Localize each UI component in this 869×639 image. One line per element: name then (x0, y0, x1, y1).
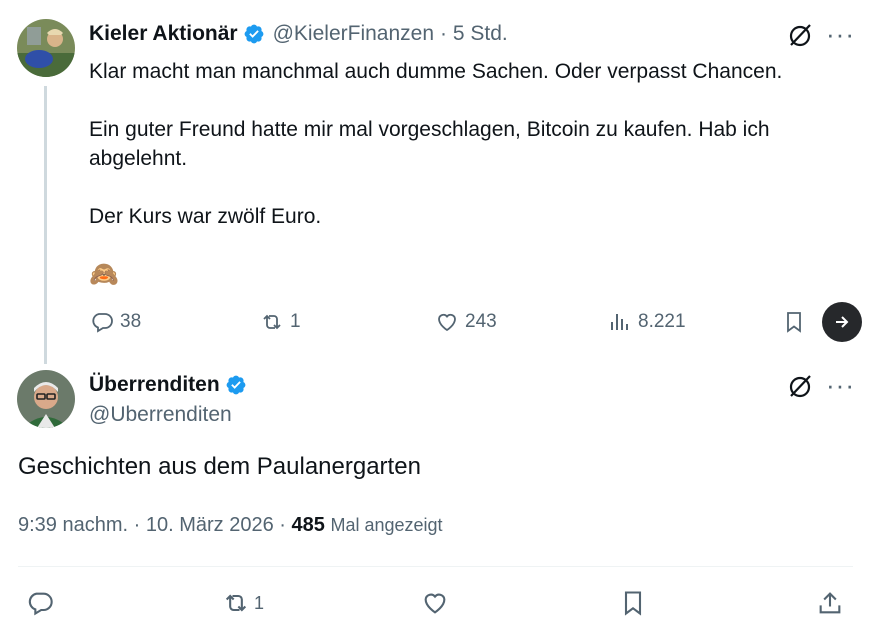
avatar-uberrenditen[interactable] (17, 370, 75, 428)
verified-badge-icon (243, 23, 265, 45)
tweet2-text: Geschichten aus dem Paulanergarten (18, 453, 421, 480)
views-label: Mal angezeigt (330, 515, 443, 535)
avatar-kieler-aktionaer[interactable] (17, 19, 75, 77)
reply-icon (28, 592, 53, 616)
like-button[interactable]: 243 (435, 310, 497, 334)
views-button[interactable]: 8.221 (608, 310, 686, 334)
share-icon (819, 592, 841, 614)
reply-button[interactable] (26, 589, 54, 622)
tweet-date[interactable]: 10. März 2026 (146, 514, 274, 536)
meta-separator: · (133, 514, 141, 536)
repost-button[interactable]: 1 (260, 310, 301, 334)
repost-count: 1 (290, 311, 301, 332)
tweet-text-line: Der Kurs war zwölf Euro. (89, 205, 322, 228)
like-icon (424, 593, 446, 614)
repost-count: 1 (254, 592, 265, 613)
bookmark-button[interactable] (619, 589, 647, 622)
author-handle[interactable]: @Uberrenditen (89, 403, 232, 427)
tweet2-meta: 9:39 nachm. · 10. März 2026 · 485 Mal an… (18, 514, 443, 537)
next-arrow-button[interactable] (822, 302, 862, 342)
grok-icon[interactable] (787, 373, 813, 404)
grok-icon[interactable] (787, 22, 813, 53)
share-button[interactable] (816, 589, 844, 622)
meta-separator: · (279, 514, 286, 536)
tweet1-header: Kieler Aktionär @KielerFinanzen · 5 Std. (89, 22, 508, 46)
tweet-timestamp[interactable]: · 5 Std. (440, 22, 508, 46)
views-icon (611, 314, 628, 330)
repost-icon (225, 594, 247, 612)
like-button[interactable] (421, 589, 449, 622)
emoji-see-no-evil-monkey: 🙈 (89, 261, 119, 288)
verified-badge-icon (225, 374, 247, 396)
divider (18, 566, 853, 567)
views-count: 8.221 (638, 311, 686, 332)
tweet2-header: Überrenditen (89, 373, 247, 397)
author-name[interactable]: Kieler Aktionär (89, 22, 238, 46)
arrow-right-icon (836, 316, 849, 328)
bookmark-button[interactable] (782, 310, 806, 334)
tweet1-body: Klar macht man manchmal auch dumme Sache… (89, 57, 849, 289)
reply-count: 38 (120, 311, 142, 332)
author-name[interactable]: Überrenditen (89, 373, 220, 397)
tweet-text-line: Klar macht man manchmal auch dumme Sache… (89, 60, 783, 83)
reply-icon (92, 313, 113, 333)
views-count: 485 (291, 514, 325, 536)
bookmark-icon (624, 591, 642, 616)
tweet-text-line: abgelehnt. (89, 147, 188, 170)
tweet-text-line: Ein guter Freund hatte mir mal vorgeschl… (89, 118, 770, 141)
repost-button[interactable]: 1 (222, 589, 264, 617)
reply-button[interactable]: 38 (90, 310, 141, 334)
more-options-button[interactable]: ··· (826, 372, 855, 398)
thread-connector-line (44, 86, 47, 364)
more-options-button[interactable]: ··· (826, 21, 855, 47)
like-icon (438, 313, 456, 332)
bookmark-icon (787, 312, 801, 333)
repost-icon (263, 314, 281, 330)
author-handle[interactable]: @KielerFinanzen (273, 22, 434, 46)
tweet-time[interactable]: 9:39 nachm. (18, 514, 128, 536)
like-count: 243 (465, 311, 497, 332)
